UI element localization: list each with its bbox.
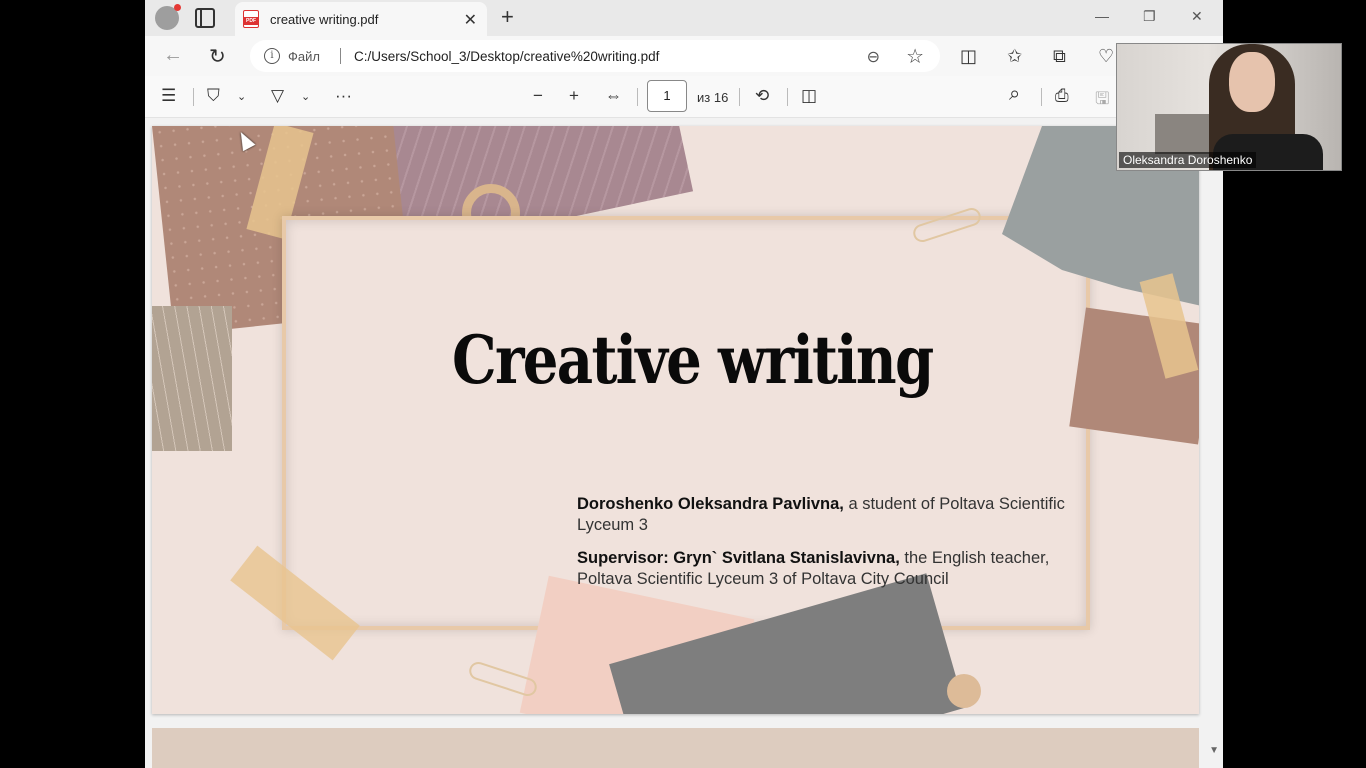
tab-close-icon[interactable]: ✕ (464, 10, 477, 30)
slide-credits: Doroshenko Oleksandra Pavlivna, a studen… (577, 494, 1077, 602)
tab-actions-icon[interactable] (195, 8, 215, 28)
page-number-input[interactable]: 1 (647, 80, 687, 112)
zoom-out-icon[interactable]: ⊖ (867, 47, 880, 67)
search-icon[interactable]: ⌕ (1009, 83, 1020, 106)
print-icon[interactable]: ⎙ (1055, 86, 1069, 106)
pin-decoration (947, 674, 981, 708)
paperclip-decoration (466, 659, 540, 699)
fit-page-icon[interactable]: ⇔ (605, 86, 622, 106)
address-bar[interactable]: i Файл C:/Users/School_3/Desktop/creativ… (250, 40, 940, 72)
page-total: из 16 (697, 90, 729, 105)
toolbar-separator (739, 88, 740, 106)
pdf-file-icon (243, 10, 259, 28)
back-button[interactable]: ← (163, 44, 183, 67)
tab-active[interactable]: creative writing.pdf ✕ (235, 2, 487, 36)
toolbar-separator (1041, 88, 1042, 106)
author-name: Doroshenko Oleksandra Pavlivna, (577, 495, 844, 513)
profile-avatar[interactable] (155, 4, 181, 30)
contents-icon[interactable]: ☰ (161, 86, 176, 106)
reload-button[interactable]: ↻ (209, 44, 226, 69)
video-person-face (1229, 52, 1275, 112)
address-separator (340, 48, 341, 64)
document-viewport[interactable]: Creative writing Doroshenko Oleksandra P… (145, 118, 1223, 768)
slide-title: Creative writing (452, 321, 934, 399)
close-window-button[interactable]: ✕ (1191, 8, 1203, 25)
more-tools-icon[interactable]: ··· (335, 86, 352, 106)
highlight-icon[interactable]: ⛉ (207, 86, 220, 106)
collections-icon[interactable]: ⧉ (1053, 46, 1066, 67)
pdf-page-2 (152, 728, 1199, 768)
rotate-icon[interactable]: ⟲ (755, 86, 769, 106)
split-screen-icon[interactable]: ◫ (960, 46, 977, 67)
browser-window: creative writing.pdf ✕ + — ❐ ✕ ← ↻ i Фай… (145, 0, 1223, 768)
browser-essentials-icon[interactable]: ♡ (1098, 46, 1114, 67)
pdf-page-1: Creative writing Doroshenko Oleksandra P… (152, 126, 1199, 714)
new-tab-button[interactable]: + (501, 4, 514, 30)
participant-name: Oleksandra Doroshenko (1119, 152, 1257, 168)
lined-paper-decoration (152, 306, 232, 451)
scheme-label: Файл (288, 49, 320, 64)
favorite-star-icon[interactable]: ☆ (906, 44, 924, 69)
favorites-icon[interactable]: ✩ (1007, 46, 1022, 67)
pdf-toolbar: ☰ ⛉ ⌄ ▽ ⌄ ··· − + ⇔ 1 из 16 ⟲ ◫ ⌕ ⎙ 🖫 (145, 76, 1223, 118)
draw-dropdown-icon[interactable]: ⌄ (301, 90, 310, 103)
minimize-button[interactable]: — (1095, 8, 1109, 24)
zoom-out-button[interactable]: − (533, 86, 543, 106)
tab-strip: creative writing.pdf ✕ + — ❐ ✕ (145, 0, 1223, 36)
highlight-dropdown-icon[interactable]: ⌄ (237, 90, 246, 103)
restore-button[interactable]: ❐ (1143, 8, 1156, 25)
toolbar-separator (637, 88, 638, 106)
toolbar-separator (787, 88, 788, 106)
draw-icon[interactable]: ▽ (271, 86, 284, 106)
scrollbar[interactable]: ▼ (1209, 118, 1219, 768)
page-layout-icon[interactable]: ◫ (801, 86, 817, 106)
toolbar-separator (193, 88, 194, 106)
url-text[interactable]: C:/Users/School_3/Desktop/creative%20wri… (354, 49, 659, 64)
tab-title: creative writing.pdf (270, 12, 379, 27)
zoom-in-button[interactable]: + (569, 86, 579, 106)
info-icon[interactable]: i (264, 48, 280, 64)
supervisor-name: Supervisor: Gryn` Svitlana Stanislavivna… (577, 549, 900, 567)
scroll-down-arrow-icon[interactable]: ▼ (1209, 745, 1219, 756)
video-thumbnail[interactable]: Oleksandra Doroshenko (1116, 43, 1342, 171)
save-icon[interactable]: 🖫 (1095, 86, 1109, 115)
